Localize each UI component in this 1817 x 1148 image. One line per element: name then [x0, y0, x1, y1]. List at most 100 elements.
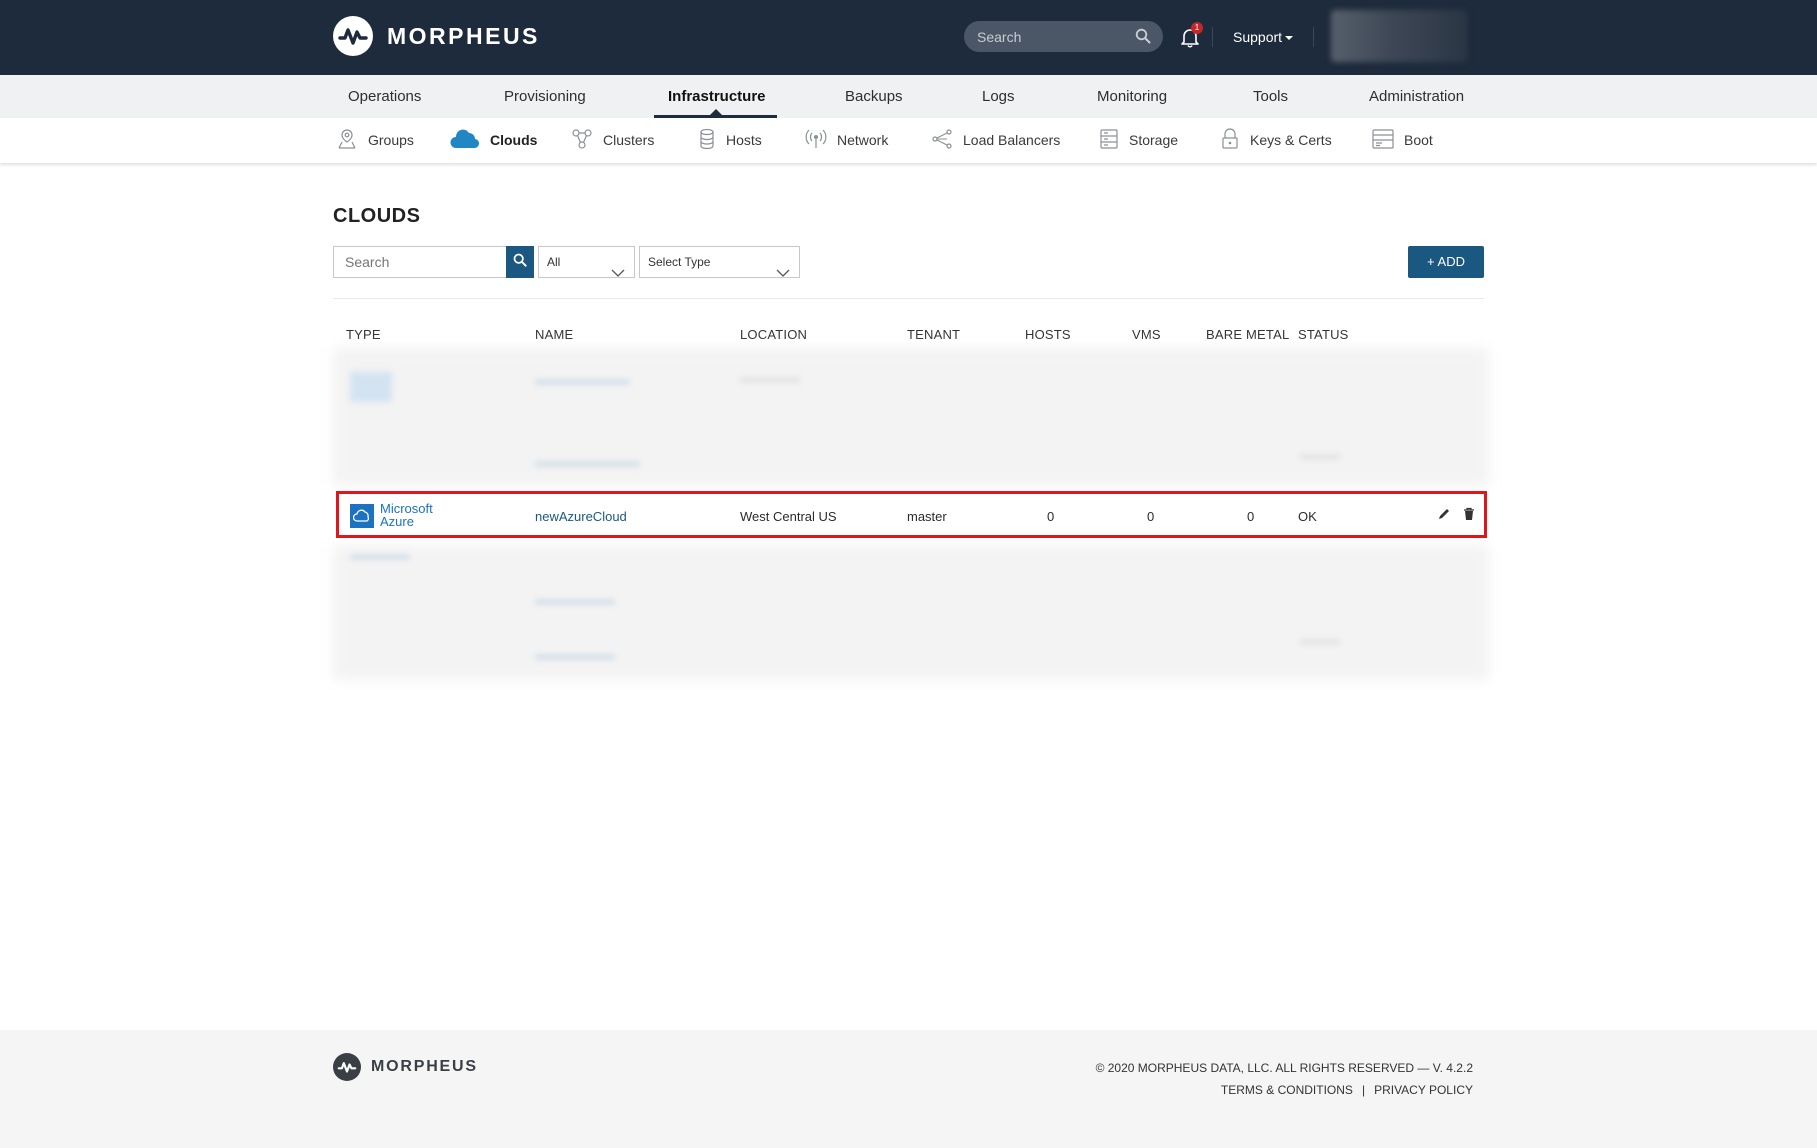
search-icon [513, 253, 527, 272]
cloud-type: Microsoft Azure [380, 502, 433, 528]
footer-logo: MORPHEUS [333, 1053, 478, 1081]
column-header-status[interactable]: STATUS [1298, 327, 1349, 342]
page-title: CLOUDS [333, 205, 421, 227]
cloud-hosts-count: 0 [1047, 509, 1055, 524]
cloud-bare-metal-count: 0 [1247, 509, 1255, 524]
nav-infrastructure[interactable]: Infrastructure [668, 88, 766, 105]
copyright: © 2020 MORPHEUS DATA, LLC. ALL RIGHTS RE… [1095, 1061, 1473, 1075]
load-balancers-icon [931, 128, 963, 153]
hosts-icon [698, 128, 726, 153]
nav-tools[interactable]: Tools [1253, 88, 1288, 105]
subnav-keys-certs-label: Keys & Certs [1250, 132, 1332, 148]
chevron-down-icon [776, 258, 790, 288]
cloud-type-line2: Azure [380, 514, 414, 529]
footer: MORPHEUS © 2020 MORPHEUS DATA, LLC. ALL … [0, 1030, 1817, 1148]
morpheus-logo-icon [333, 16, 373, 56]
blurred-cell [1300, 455, 1340, 459]
subnav-clusters[interactable]: Clusters [571, 127, 654, 153]
nav-operations[interactable]: Operations [348, 88, 421, 105]
subnav-storage[interactable]: Storage [1099, 127, 1178, 153]
cloud-name-link[interactable]: newAzureCloud [535, 509, 627, 524]
column-header-hosts[interactable]: HOSTS [1025, 327, 1071, 342]
column-header-vms[interactable]: VMS [1132, 327, 1161, 342]
column-header-type[interactable]: TYPE [346, 327, 381, 342]
cloud-tenant: master [907, 509, 947, 524]
blurred-cell [535, 600, 615, 604]
nav-backups[interactable]: Backups [845, 88, 903, 105]
morpheus-logo-icon [333, 1053, 361, 1081]
morpheus-logo[interactable]: MORPHEUS [333, 16, 540, 56]
blurred-cell [350, 555, 410, 559]
clouds-search[interactable] [333, 246, 534, 278]
pencil-icon[interactable] [1437, 507, 1451, 526]
subnav-groups[interactable]: Groups [336, 127, 414, 153]
clusters-icon [571, 128, 603, 153]
subnav-keys-certs[interactable]: Keys & Certs [1220, 127, 1332, 153]
column-header-name[interactable]: NAME [535, 327, 573, 342]
column-header-location[interactable]: LOCATION [740, 327, 807, 342]
subnav-network-label: Network [837, 132, 889, 148]
blurred-cell [535, 462, 640, 466]
global-search-input[interactable] [977, 28, 1127, 45]
top-bar: MORPHEUS 1 Support [0, 0, 1817, 75]
clouds-search-button[interactable] [506, 246, 534, 278]
clouds-search-input[interactable] [334, 247, 504, 277]
add-cloud-button[interactable]: + ADD [1408, 246, 1484, 278]
global-search[interactable] [964, 21, 1163, 52]
blurred-cell [1300, 640, 1340, 644]
blurred-table-rows [333, 348, 1489, 486]
storage-icon [1099, 128, 1129, 153]
subnav-clouds-label: Clouds [490, 132, 538, 148]
column-header-bare-metal[interactable]: BARE METAL [1206, 327, 1289, 342]
user-menu[interactable] [1331, 10, 1467, 62]
network-icon [805, 128, 837, 153]
boot-icon [1372, 128, 1404, 153]
type-filter-select[interactable]: Select Type [639, 246, 800, 278]
blurred-cell [535, 380, 630, 384]
cloud-icon [450, 129, 490, 152]
footer-brand: MORPHEUS [371, 1058, 478, 1075]
subnav-load-balancers-label: Load Balancers [963, 132, 1061, 148]
groups-icon [336, 128, 368, 153]
nav-provisioning[interactable]: Provisioning [504, 88, 586, 105]
privacy-link[interactable]: PRIVACY POLICY [1374, 1083, 1473, 1097]
terms-link[interactable]: TERMS & CONDITIONS [1221, 1083, 1353, 1097]
cloud-status: OK [1298, 509, 1317, 524]
brand-name: MORPHEUS [387, 22, 540, 49]
scope-filter-select[interactable]: All [538, 246, 635, 278]
support-menu[interactable]: Support [1233, 29, 1294, 45]
cloud-vms-count: 0 [1147, 509, 1155, 524]
notification-badge: 1 [1191, 22, 1203, 34]
subnav-storage-label: Storage [1129, 132, 1179, 148]
blurred-cell [350, 372, 392, 402]
search-icon[interactable] [1135, 28, 1151, 49]
subnav-hosts[interactable]: Hosts [698, 127, 762, 153]
table-row[interactable]: Microsoft Azure newAzureCloud West Centr… [336, 491, 1487, 538]
blurred-table-rows [333, 545, 1489, 680]
azure-logo-icon [350, 504, 374, 528]
divider [333, 298, 1484, 299]
column-header-tenant[interactable]: TENANT [907, 327, 960, 342]
caret-down-icon [1285, 36, 1294, 41]
subnav-clouds[interactable]: Clouds [450, 127, 537, 153]
subnav-clusters-label: Clusters [603, 132, 655, 148]
main-nav: Operations Provisioning Infrastructure B… [0, 75, 1817, 118]
subnav-network[interactable]: Network [805, 127, 888, 153]
nav-monitoring[interactable]: Monitoring [1097, 88, 1167, 105]
footer-links: TERMS & CONDITIONS | PRIVACY POLICY [1221, 1083, 1473, 1097]
divider [1313, 27, 1314, 47]
subnav-boot-label: Boot [1404, 132, 1433, 148]
type-filter-value: Select Type [648, 255, 711, 269]
cloud-location: West Central US [740, 509, 837, 524]
blurred-cell [535, 655, 615, 659]
nav-logs[interactable]: Logs [982, 88, 1015, 105]
subnav-load-balancers[interactable]: Load Balancers [931, 127, 1060, 153]
nav-administration[interactable]: Administration [1369, 88, 1464, 105]
trash-icon[interactable] [1463, 507, 1475, 526]
subnav-boot[interactable]: Boot [1372, 127, 1433, 153]
divider [1212, 27, 1213, 47]
subnav-hosts-label: Hosts [726, 132, 762, 148]
scope-filter-value: All [547, 255, 561, 269]
blurred-cell [740, 378, 800, 382]
sub-nav: Groups Clouds Clusters Hosts Network Loa… [0, 118, 1817, 163]
